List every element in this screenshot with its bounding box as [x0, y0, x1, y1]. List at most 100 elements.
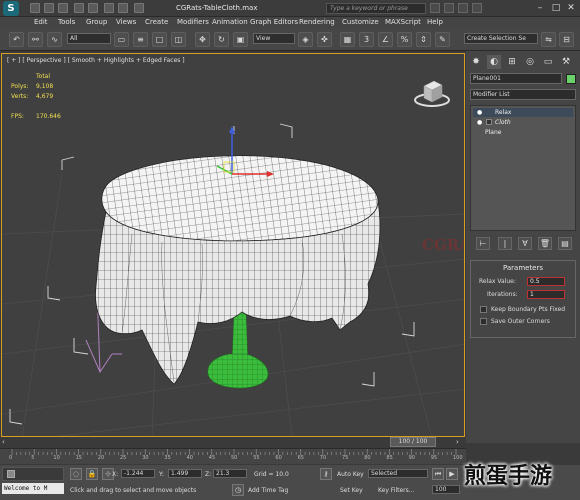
key-filters-button[interactable]: Key Filters... — [378, 487, 415, 494]
modifier-list-dropdown[interactable]: Modifier List — [470, 89, 576, 100]
time-slider[interactable]: ‹ 100 / 100 › — [0, 437, 466, 448]
edit-named-selection-icon[interactable]: ✎ — [435, 32, 450, 47]
utilities-tab-icon[interactable]: ⚒ — [559, 55, 573, 69]
viewport-label[interactable]: [ + ] [ Perspective ] [ Smooth + Highlig… — [7, 57, 185, 64]
add-time-tag[interactable]: Add Time Tag — [248, 487, 288, 494]
minimize-icon[interactable]: – — [534, 2, 546, 14]
select-and-move-icon[interactable]: ✥ — [195, 32, 210, 47]
mirror-icon[interactable]: ⇋ — [541, 32, 556, 47]
menu-create[interactable]: Create — [145, 18, 168, 26]
menu-customize[interactable]: Customize — [342, 18, 379, 26]
open-file-icon[interactable] — [44, 3, 54, 13]
menu-maxscript[interactable]: MAXScript — [385, 18, 421, 26]
reference-coordinate-dropdown[interactable]: View — [253, 33, 295, 44]
align-icon[interactable]: ⊟ — [559, 32, 574, 47]
fetch-icon[interactable] — [118, 3, 128, 13]
select-by-name-icon[interactable]: ≡ — [133, 32, 148, 47]
pin-stack-icon[interactable]: ⊢ — [476, 237, 490, 250]
mini-listener[interactable] — [2, 467, 64, 481]
relax-value-field[interactable]: 0.5 — [527, 277, 565, 286]
help-icon[interactable] — [472, 3, 482, 13]
expand-icon[interactable] — [486, 119, 492, 125]
bind-space-warp-icon[interactable]: ∿ — [47, 32, 62, 47]
favorites-icon[interactable] — [458, 3, 468, 13]
select-and-rotate-icon[interactable]: ↻ — [214, 32, 229, 47]
keyboard-shortcut-icon[interactable]: ▦ — [340, 32, 355, 47]
snaps-toggle-icon[interactable]: 3 — [359, 32, 374, 47]
stack-item-cloth[interactable]: ● Cloth — [473, 118, 573, 127]
track-bar[interactable]: 0 5 10 15 20 25 30 35 40 45 50 55 60 65 70 75 80 85 90 95 10… — [0, 448, 466, 464]
create-tab-icon[interactable]: ✸ — [469, 55, 483, 69]
undo-icon[interactable] — [74, 3, 84, 13]
time-slider-thumb[interactable]: 100 / 100 — [390, 437, 436, 447]
angle-snap-icon[interactable]: ∠ — [378, 32, 393, 47]
auto-key-button[interactable]: Auto Key — [337, 471, 364, 478]
select-and-scale-icon[interactable]: ▣ — [233, 32, 248, 47]
new-file-icon[interactable] — [30, 3, 40, 13]
menu-rendering[interactable]: Rendering — [299, 18, 335, 26]
viewcube-icon[interactable] — [412, 72, 452, 112]
spinner-snap-icon[interactable]: ⇕ — [416, 32, 431, 47]
motion-tab-icon[interactable]: ◎ — [523, 55, 537, 69]
select-object-icon[interactable]: ▭ — [114, 32, 129, 47]
save-outer-corners-checkbox[interactable] — [480, 318, 487, 325]
link-icon[interactable]: ⚯ — [28, 32, 43, 47]
show-end-result-icon[interactable]: | — [498, 237, 512, 250]
slider-prev-icon[interactable]: ‹ — [2, 439, 10, 446]
y-coordinate-field[interactable]: 1.499 — [168, 469, 202, 478]
select-manipulate-icon[interactable]: ✜ — [317, 32, 332, 47]
project-folder-icon[interactable] — [134, 3, 144, 13]
menu-tools[interactable]: Tools — [58, 18, 75, 26]
listener-icon[interactable] — [7, 470, 15, 478]
close-icon[interactable]: ✕ — [565, 2, 577, 14]
lightbulb-icon[interactable]: ● — [477, 108, 482, 117]
keep-boundary-checkbox[interactable] — [480, 306, 487, 313]
undo-tool-icon[interactable]: ↶ — [9, 32, 24, 47]
go-to-start-icon[interactable]: ⏮ — [432, 468, 444, 480]
maxscript-listener-input[interactable]: Welcome to M — [2, 483, 64, 494]
maximize-icon[interactable]: □ — [550, 2, 562, 14]
configure-sets-icon[interactable]: ▤ — [558, 237, 572, 250]
infocenter-icon[interactable] — [444, 3, 454, 13]
pivot-center-icon[interactable]: ◈ — [298, 32, 313, 47]
search-input[interactable]: Type a keyword or phrase — [326, 3, 426, 14]
menu-modifiers[interactable]: Modifiers — [177, 18, 209, 26]
stack-item-plane[interactable]: Plane — [473, 128, 573, 137]
hold-icon[interactable] — [104, 3, 114, 13]
time-tag-icon[interactable]: ◷ — [232, 484, 244, 496]
make-unique-icon[interactable]: ∀ — [518, 237, 532, 250]
z-coordinate-field[interactable]: 21.3 — [213, 469, 247, 478]
selection-filter-dropdown[interactable]: All — [67, 33, 111, 44]
current-frame-field[interactable]: 100 — [432, 485, 460, 494]
iterations-field[interactable]: 1 — [527, 290, 565, 299]
stack-item-relax[interactable]: ● Relax — [473, 108, 573, 117]
object-color-swatch[interactable] — [566, 74, 576, 84]
search-icon[interactable] — [430, 3, 440, 13]
redo-icon[interactable] — [88, 3, 98, 13]
save-file-icon[interactable] — [58, 3, 68, 13]
parameters-title[interactable]: Parameters — [471, 264, 575, 272]
x-coordinate-field[interactable]: -1.244 — [121, 469, 155, 478]
isolate-selection-icon[interactable]: ◌ — [70, 468, 82, 480]
menu-animation[interactable]: Animation — [212, 18, 248, 26]
play-icon[interactable]: ▶ — [446, 468, 458, 480]
hierarchy-tab-icon[interactable]: ⊞ — [505, 55, 519, 69]
named-selection-sets-dropdown[interactable]: Create Selection Se — [464, 33, 538, 44]
display-tab-icon[interactable]: ▭ — [541, 55, 555, 69]
menu-group[interactable]: Group — [86, 18, 107, 26]
modify-tab-icon[interactable]: ◐ — [487, 55, 501, 69]
slider-next-icon[interactable]: › — [456, 439, 464, 446]
lightbulb-icon[interactable]: ● — [477, 118, 482, 127]
key-icon[interactable]: ⚷ — [320, 468, 332, 480]
key-mode-dropdown[interactable]: Selected — [368, 469, 428, 478]
menu-help[interactable]: Help — [427, 18, 443, 26]
rectangular-selection-icon[interactable]: □ — [152, 32, 167, 47]
perspective-viewport[interactable]: [ + ] [ Perspective ] [ Smooth + Highlig… — [1, 53, 465, 437]
app-logo-icon[interactable]: S — [3, 1, 19, 16]
menu-edit[interactable]: Edit — [34, 18, 48, 26]
set-key-button[interactable]: Set Key — [340, 487, 363, 494]
percent-snap-icon[interactable]: % — [397, 32, 412, 47]
selection-lock-icon[interactable]: 🔒 — [86, 468, 98, 480]
window-crossing-icon[interactable]: ◫ — [171, 32, 186, 47]
menu-views[interactable]: Views — [116, 18, 136, 26]
